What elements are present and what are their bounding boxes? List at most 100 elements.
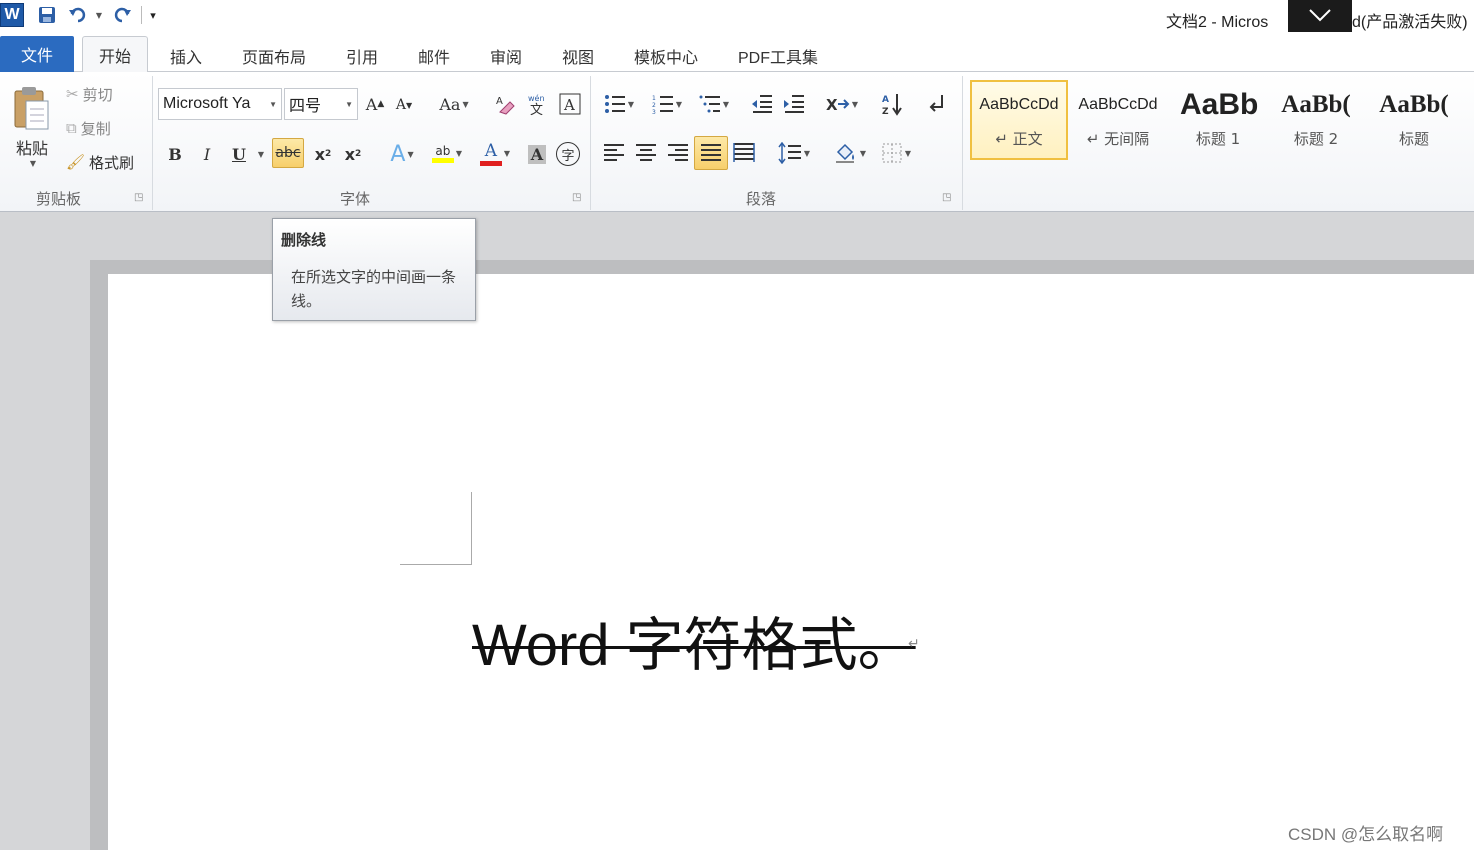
clipboard-launcher-icon[interactable]: ◳ bbox=[134, 192, 143, 203]
tab-insert[interactable]: 插入 bbox=[160, 40, 212, 72]
bullets-button[interactable]: ▼ bbox=[598, 90, 640, 118]
strikethrough-button[interactable]: abc bbox=[272, 138, 304, 168]
style-heading-1-label: 标题 1 bbox=[1195, 130, 1241, 148]
tab-references[interactable]: 引用 bbox=[336, 40, 388, 72]
document-page[interactable] bbox=[108, 274, 1474, 850]
tab-mailings[interactable]: 邮件 bbox=[408, 40, 460, 72]
text-effects-icon: A bbox=[390, 141, 406, 167]
tab-pdf-tools[interactable]: PDF工具集 bbox=[728, 40, 828, 72]
copy-button[interactable]: ⧉ 复制 bbox=[66, 116, 111, 140]
underline-dropdown-icon[interactable]: ▼ bbox=[254, 140, 266, 168]
italic-button[interactable]: I bbox=[194, 140, 220, 168]
tab-view[interactable]: 视图 bbox=[552, 40, 604, 72]
change-case-button[interactable]: Aa ▼ bbox=[436, 90, 472, 118]
align-right-icon bbox=[668, 144, 688, 161]
align-left-button[interactable] bbox=[600, 138, 628, 168]
font-color-button[interactable]: A ▼ bbox=[474, 138, 516, 168]
shading-button[interactable]: ▼ bbox=[830, 138, 870, 168]
ribbon-tabs: 文件 开始 插入 页面布局 引用 邮件 审阅 视图 模板中心 PDF工具集 bbox=[0, 34, 1474, 73]
sort-icon: AZ bbox=[882, 94, 902, 116]
tab-file[interactable]: 文件 bbox=[0, 36, 74, 72]
paragraph-launcher-icon[interactable]: ◳ bbox=[942, 192, 951, 203]
style-no-spacing-sample: AaBbCcDd bbox=[1078, 96, 1158, 113]
paragraph-mark: ↵ bbox=[908, 636, 920, 652]
numbering-button[interactable]: 123 ▼ bbox=[646, 90, 688, 118]
character-shading-button[interactable]: A bbox=[524, 140, 550, 168]
line-spacing-button[interactable]: ▼ bbox=[774, 138, 814, 168]
distributed-button[interactable] bbox=[730, 138, 758, 168]
align-center-icon bbox=[636, 144, 656, 161]
tab-home[interactable]: 开始 bbox=[82, 36, 148, 73]
align-center-button[interactable] bbox=[632, 138, 660, 168]
word-app-icon[interactable]: W bbox=[0, 3, 24, 27]
multilevel-list-icon bbox=[699, 95, 720, 113]
document-text[interactable]: Word 字符格式。 bbox=[472, 598, 916, 682]
font-name-dropdown-icon[interactable]: ▼ bbox=[269, 100, 277, 109]
font-size-combo[interactable]: 四号 ▼ bbox=[284, 88, 358, 120]
tab-template-center[interactable]: 模板中心 bbox=[624, 40, 708, 72]
format-painter-icon: 🖌 bbox=[66, 153, 86, 171]
sort-button[interactable]: AZ bbox=[878, 90, 908, 118]
decrease-indent-button[interactable] bbox=[748, 90, 776, 118]
cut-button[interactable]: ✂ 剪切 bbox=[66, 82, 113, 106]
multilevel-list-button[interactable]: ▼ bbox=[694, 90, 734, 118]
clipboard-group-label: 剪贴板 bbox=[36, 190, 82, 208]
style-normal[interactable]: AaBbCcDd ↵ 正文 bbox=[970, 80, 1068, 160]
subscript-icon: x bbox=[314, 144, 326, 164]
window-title: 文档2 - Micros bbox=[1166, 14, 1269, 31]
format-painter-button[interactable]: 🖌 格式刷 bbox=[66, 150, 134, 174]
character-border-button[interactable]: A bbox=[556, 90, 584, 118]
underline-icon: U bbox=[232, 144, 246, 164]
paste-dropdown-icon[interactable]: ▼ bbox=[30, 159, 36, 168]
font-size-dropdown-icon[interactable]: ▼ bbox=[345, 100, 353, 109]
font-name-value: Microsoft Ya bbox=[163, 95, 251, 112]
style-normal-label: ↵ 正文 bbox=[995, 130, 1043, 148]
font-size-value: 四号 bbox=[289, 98, 322, 115]
paste-label: 粘贴 bbox=[15, 138, 48, 158]
increase-indent-button[interactable] bbox=[780, 90, 808, 118]
customize-quick-access-icon[interactable]: ▾ bbox=[146, 4, 160, 26]
save-icon[interactable] bbox=[36, 4, 58, 26]
svg-text:X: X bbox=[826, 96, 838, 114]
undo-dropdown-icon[interactable]: ▼ bbox=[92, 4, 104, 26]
clear-formatting-button[interactable]: A bbox=[492, 90, 520, 118]
tab-review[interactable]: 审阅 bbox=[480, 40, 532, 72]
enclose-characters-button[interactable]: 字 bbox=[554, 140, 582, 168]
show-formatting-marks-button[interactable] bbox=[924, 90, 952, 118]
bold-button[interactable]: B bbox=[162, 140, 188, 168]
shrink-font-button[interactable]: A ▼ bbox=[392, 92, 416, 118]
style-heading-1[interactable]: AaBb 标题 1 bbox=[1170, 82, 1266, 158]
style-no-spacing[interactable]: AaBbCcDd ↵ 无间隔 bbox=[1070, 82, 1166, 158]
tab-page-layout[interactable]: 页面布局 bbox=[232, 40, 316, 72]
bold-icon: B bbox=[168, 144, 182, 164]
font-name-combo[interactable]: Microsoft Ya ▼ bbox=[158, 88, 282, 120]
text-effects-button[interactable]: A ▼ bbox=[384, 140, 420, 168]
numbering-icon: 123 bbox=[652, 95, 673, 114]
phonetic-guide-button[interactable]: wén 文 bbox=[524, 90, 552, 118]
justify-button[interactable] bbox=[694, 136, 728, 170]
strikethrough-icon: abc bbox=[275, 145, 301, 161]
subscript-button[interactable]: x2 bbox=[310, 140, 336, 168]
align-right-button[interactable] bbox=[664, 138, 692, 168]
superscript-icon: x bbox=[344, 144, 356, 164]
chinese-layout-button[interactable]: X ▼ bbox=[822, 90, 862, 118]
decrease-indent-icon bbox=[752, 95, 772, 113]
font-launcher-icon[interactable]: ◳ bbox=[572, 192, 581, 203]
style-title[interactable]: AaBb( 标题 bbox=[1366, 82, 1462, 158]
superscript-button[interactable]: x2 bbox=[340, 140, 366, 168]
redo-icon[interactable] bbox=[110, 4, 134, 26]
clear-formatting-icon: A bbox=[496, 96, 515, 115]
paste-icon bbox=[14, 86, 49, 129]
style-heading-1-sample: AaBb bbox=[1180, 88, 1259, 121]
highlight-button[interactable]: ab ▼ bbox=[426, 138, 468, 168]
strikethrough-tooltip: 删除线 在所选文字的中间画一条线。 bbox=[272, 218, 476, 321]
svg-text:Z: Z bbox=[882, 107, 889, 116]
grow-font-button[interactable]: A ▲ bbox=[362, 90, 388, 118]
underline-button[interactable]: U bbox=[226, 140, 252, 168]
borders-button[interactable]: ▼ bbox=[876, 138, 916, 168]
style-heading-2[interactable]: AaBb( 标题 2 bbox=[1268, 82, 1364, 158]
title-dropdown-overlay[interactable] bbox=[1288, 0, 1352, 32]
shrink-font-icon: A bbox=[395, 97, 406, 113]
paste-button[interactable]: 粘贴 ▼ bbox=[6, 78, 58, 174]
undo-icon[interactable] bbox=[66, 4, 90, 26]
